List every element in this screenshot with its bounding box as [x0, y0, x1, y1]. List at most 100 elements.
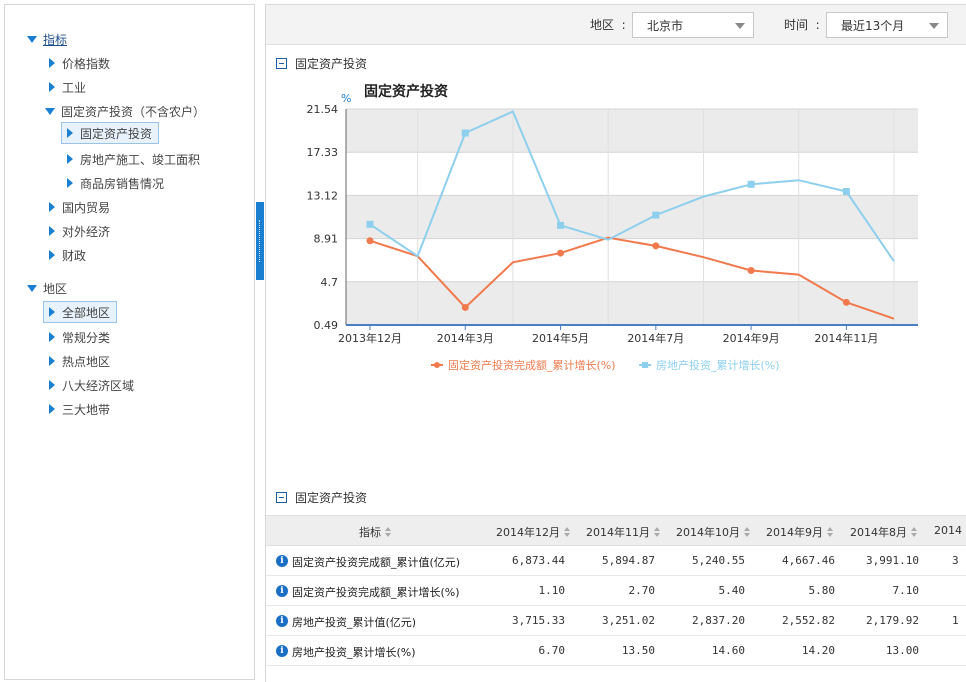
expand-down-icon[interactable] [45, 107, 55, 115]
table-cell: 1.10 [538, 584, 566, 597]
tree-label[interactable]: 指标 [43, 31, 67, 48]
tree-label: 三大地带 [62, 402, 111, 417]
table-cell: 5.40 [718, 584, 746, 597]
y-tick-label: 0.49 [314, 319, 339, 332]
tree-item-all-regions[interactable]: 全部地区 [43, 301, 118, 323]
column-header[interactable]: 2014年11月 [586, 524, 661, 540]
tree-item-price-index[interactable]: 价格指数 [49, 53, 110, 73]
chart-section-header[interactable]: 固定资产投资 [276, 55, 367, 72]
column-header[interactable]: 2014年12月 [496, 524, 571, 540]
sort-icon[interactable] [911, 527, 918, 537]
tree-root-region[interactable]: 地区 [27, 278, 67, 298]
expand-right-icon[interactable] [67, 128, 73, 138]
region-select[interactable]: 北京市 [632, 12, 754, 38]
expand-down-icon[interactable] [27, 35, 37, 43]
collapse-icon[interactable] [276, 492, 287, 503]
tree-label: 热点地区 [62, 354, 111, 369]
expand-right-icon[interactable] [49, 380, 55, 390]
expand-right-icon[interactable] [49, 307, 55, 317]
data-point [461, 303, 469, 311]
table-section-header[interactable]: 固定资产投资 [276, 489, 367, 506]
table-cell: 3 [952, 554, 959, 567]
column-header[interactable]: 2014年8月 [850, 524, 918, 540]
time-select[interactable]: 最近13个月 [826, 12, 948, 38]
y-tick-label: 8.91 [314, 233, 339, 246]
table-cell: 4,667.46 [782, 554, 835, 567]
tree-label: 八大经济区域 [62, 378, 135, 393]
column-header[interactable]: 2014年10月 [676, 524, 751, 540]
tree-label: 国内贸易 [62, 200, 111, 215]
tree-label[interactable]: 地区 [43, 280, 67, 297]
collapse-icon[interactable] [276, 58, 287, 69]
expand-right-icon[interactable] [49, 356, 55, 366]
table-cell: 6,873.44 [512, 554, 565, 567]
data-point [557, 249, 565, 257]
table-cell: 5.80 [808, 584, 836, 597]
table-row: i 固定资产投资完成额_累计值(亿元) 6,873.44 5,894.87 5,… [266, 546, 966, 576]
data-point [557, 221, 565, 229]
info-icon[interactable]: i [276, 615, 288, 627]
tree-item-domestic-trade[interactable]: 国内贸易 [49, 197, 110, 217]
column-header[interactable]: 2014 [934, 524, 962, 537]
tree-item-three-belts[interactable]: 三大地带 [49, 399, 110, 419]
y-tick-label: 21.54 [307, 103, 339, 116]
x-tick-label: 2014年11月 [814, 331, 878, 345]
table-cell: 6.70 [538, 644, 566, 657]
expand-right-icon[interactable] [67, 154, 73, 164]
sort-icon[interactable] [564, 527, 571, 537]
chevron-down-icon[interactable] [929, 23, 939, 29]
expand-right-icon[interactable] [49, 82, 55, 92]
data-point [747, 267, 755, 275]
info-icon[interactable]: i [276, 555, 288, 567]
column-header-indicator[interactable]: 指标 [359, 524, 392, 540]
tree-item-regular-category[interactable]: 常规分类 [49, 327, 110, 347]
tree-item-fixed-asset-excl-rural[interactable]: 固定资产投资（不含农户） [45, 101, 205, 121]
chevron-down-icon[interactable] [735, 23, 745, 29]
tree-item-foreign-economy[interactable]: 对外经济 [49, 221, 110, 241]
sort-icon[interactable] [385, 527, 392, 537]
chart-title: 固定资产投资 [364, 83, 448, 100]
expand-right-icon[interactable] [49, 332, 55, 342]
row-name: 固定资产投资完成额_累计值(亿元) [292, 556, 461, 569]
tree-item-housing-sales[interactable]: 商品房销售情况 [67, 173, 164, 193]
expand-right-icon[interactable] [49, 202, 55, 212]
data-point [461, 129, 469, 137]
sort-icon[interactable] [654, 527, 661, 537]
tree-item-hot-regions[interactable]: 热点地区 [49, 351, 110, 371]
data-point [652, 211, 660, 219]
y-tick-label: 4.7 [321, 276, 339, 289]
tree-root-indicators[interactable]: 指标 [27, 29, 67, 49]
expand-right-icon[interactable] [67, 178, 73, 188]
tree-item-eight-economic-zones[interactable]: 八大经济区域 [49, 375, 134, 395]
tree-label: 固定资产投资 [80, 126, 153, 141]
expand-right-icon[interactable] [49, 226, 55, 236]
tree-item-real-estate-construction[interactable]: 房地产施工、竣工面积 [67, 149, 200, 169]
tree-label: 房地产施工、竣工面积 [80, 152, 201, 167]
table-cell: 2,179.92 [866, 614, 919, 627]
tree-item-finance[interactable]: 财政 [49, 245, 86, 265]
table-cell: 1 [952, 614, 959, 627]
table-cell: 5,894.87 [602, 554, 655, 567]
sidebar-splitter-handle[interactable] [256, 202, 264, 280]
expand-right-icon[interactable] [49, 250, 55, 260]
expand-right-icon[interactable] [49, 404, 55, 414]
y-tick-label: 17.33 [307, 146, 339, 159]
expand-down-icon[interactable] [27, 284, 37, 292]
tree-label: 对外经济 [62, 224, 111, 239]
time-filter-label: 时间 : [784, 18, 820, 32]
row-name: 房地产投资_累计值(亿元) [292, 616, 417, 629]
info-icon[interactable]: i [276, 645, 288, 657]
expand-right-icon[interactable] [49, 58, 55, 68]
y-tick-label: 13.12 [307, 189, 339, 202]
tree-label: 固定资产投资（不含农户） [61, 104, 206, 119]
chart-section-title: 固定资产投资 [295, 57, 368, 71]
plot-band [346, 238, 918, 282]
sort-icon[interactable] [827, 527, 834, 537]
tree-item-industry[interactable]: 工业 [49, 77, 86, 97]
column-header[interactable]: 2014年9月 [766, 524, 834, 540]
table-cell: 2,552.82 [782, 614, 835, 627]
info-icon[interactable]: i [276, 585, 288, 597]
tree-item-fixed-asset-investment[interactable]: 固定资产投资 [61, 122, 160, 144]
table-row: i 房地产投资_累计值(亿元) 3,715.33 3,251.02 2,837.… [266, 606, 966, 636]
sort-icon[interactable] [744, 527, 751, 537]
